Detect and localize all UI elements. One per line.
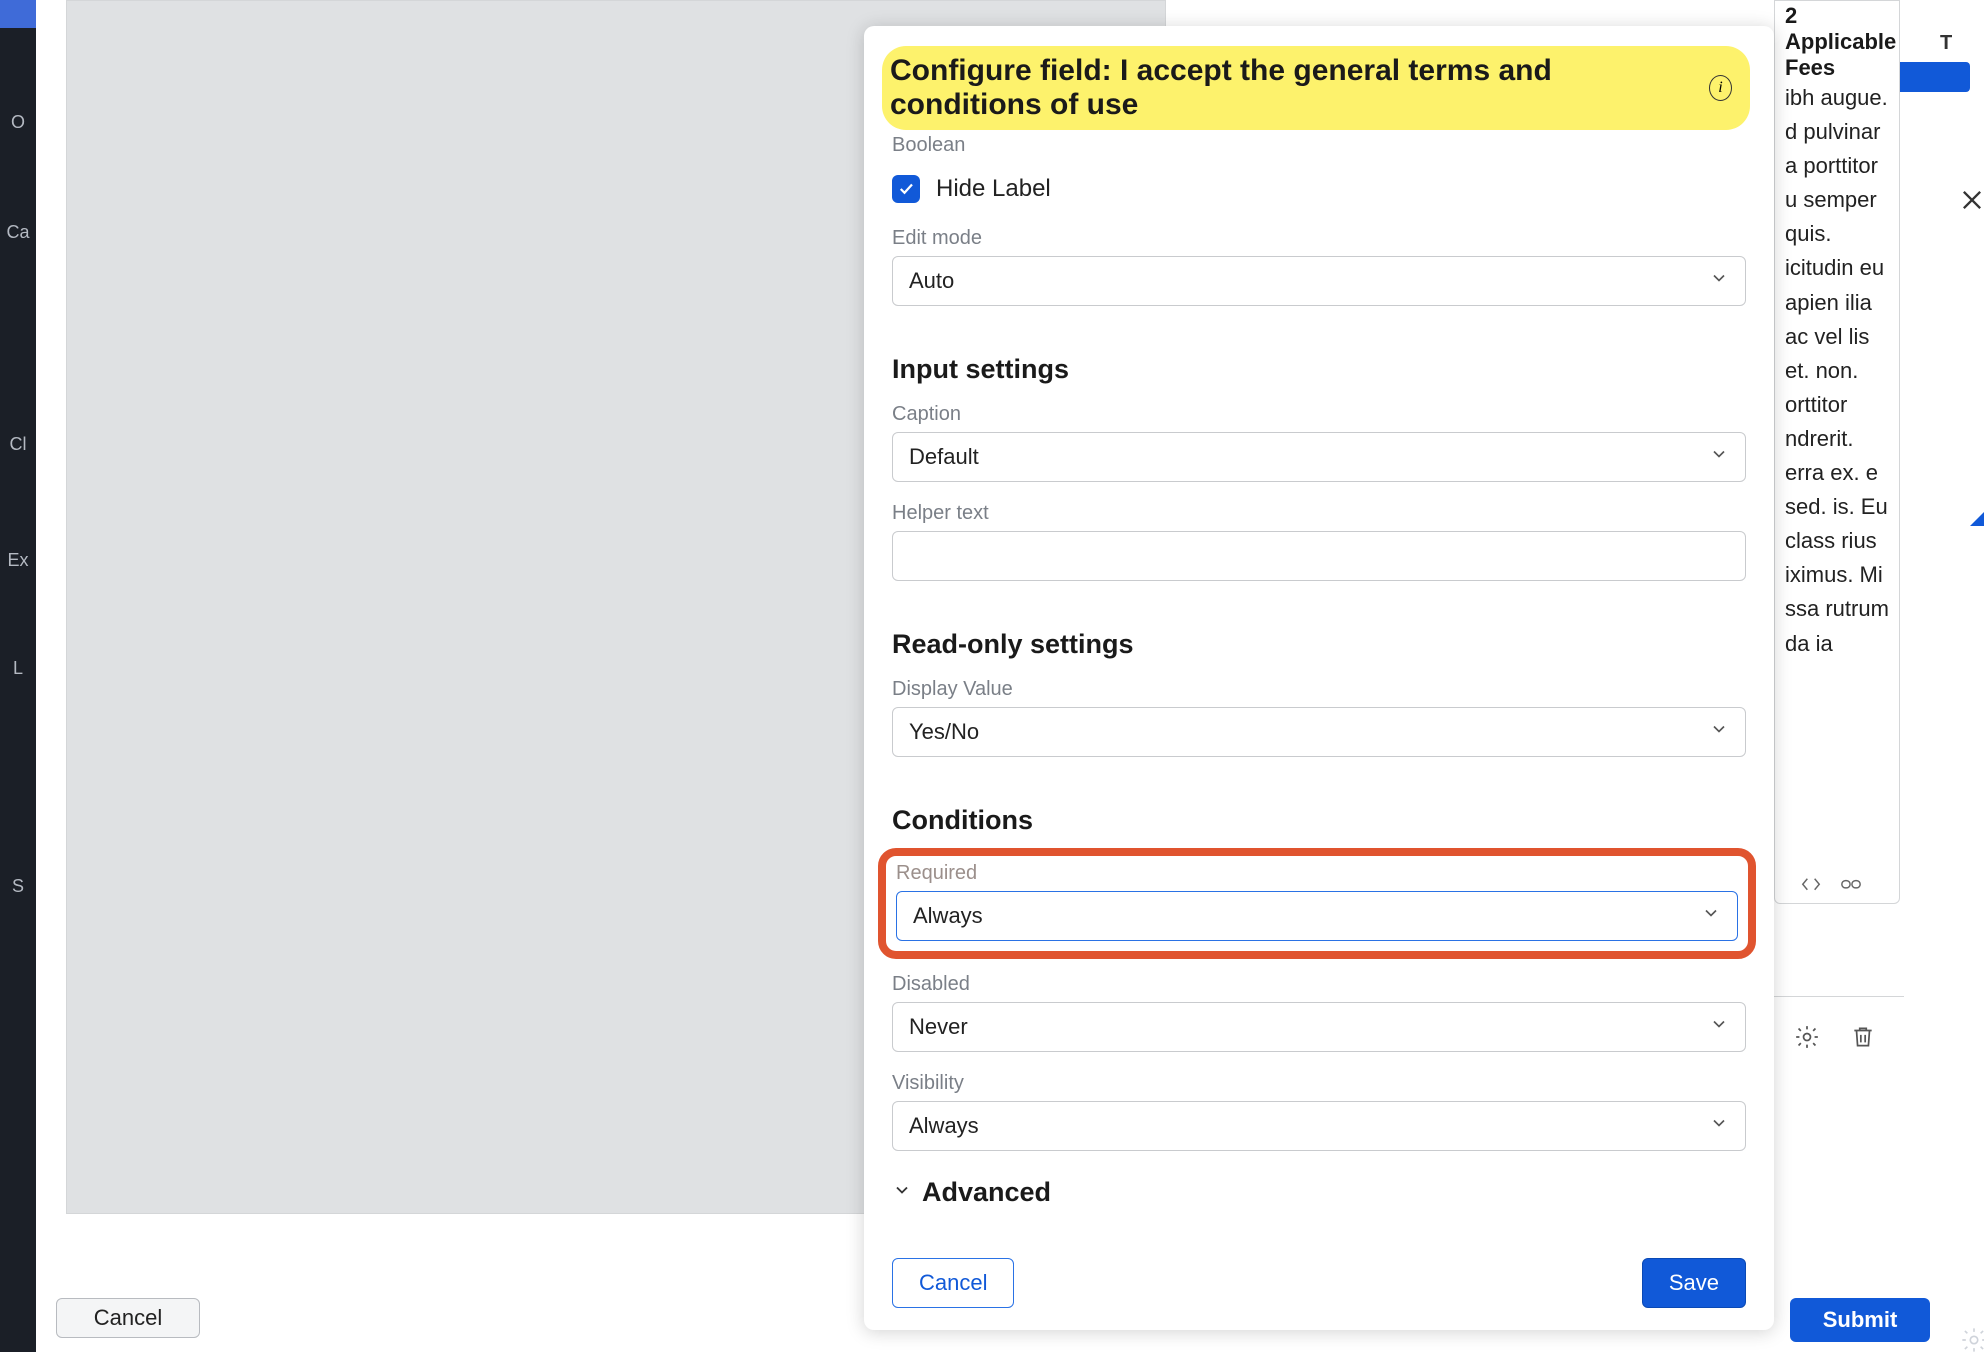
modal-footer: Cancel Save bbox=[892, 1236, 1746, 1308]
visibility-group: Visibility Always bbox=[892, 1072, 1746, 1151]
hide-label-text: Hide Label bbox=[936, 175, 1051, 203]
resize-corner-icon[interactable] bbox=[1970, 508, 1984, 526]
left-nav-rail: O Ca Cl Ex L S bbox=[0, 0, 36, 1352]
visibility-value: Always bbox=[909, 1113, 979, 1139]
gear-icon[interactable] bbox=[1794, 1024, 1820, 1055]
chevron-down-icon bbox=[1709, 1014, 1729, 1040]
advanced-toggle[interactable]: Advanced bbox=[892, 1177, 1746, 1208]
code-icon[interactable] bbox=[1800, 876, 1822, 894]
field-actions bbox=[1794, 1024, 1876, 1055]
info-icon[interactable]: i bbox=[1709, 75, 1732, 101]
display-value-value: Yes/No bbox=[909, 719, 979, 745]
modal-title: Configure field: I accept the general te… bbox=[890, 54, 1695, 122]
rail-item-0[interactable]: O bbox=[6, 112, 30, 133]
top-right-badge: T bbox=[1940, 32, 1952, 55]
disabled-label: Disabled bbox=[892, 973, 1746, 996]
helper-text-label: Helper text bbox=[892, 502, 1746, 525]
background-document-card: 2 Applicable Fees ibh augue. d pulvinar … bbox=[1774, 0, 1900, 904]
edit-mode-value: Auto bbox=[909, 268, 954, 294]
link-icon[interactable] bbox=[1840, 876, 1862, 894]
disabled-group: Disabled Never bbox=[892, 973, 1746, 1052]
required-select[interactable]: Always bbox=[896, 891, 1738, 941]
caption-group: Caption Default bbox=[892, 403, 1746, 482]
gear-icon[interactable] bbox=[1960, 1326, 1984, 1352]
configure-field-modal: Configure field: I accept the general te… bbox=[864, 26, 1774, 1330]
edit-mode-label: Edit mode bbox=[892, 227, 1746, 250]
rail-item-4[interactable]: L bbox=[6, 658, 30, 679]
background-card-heading: 2 Applicable Fees bbox=[1785, 1, 1889, 81]
background-card-text: ibh augue. d pulvinar a porttitor u semp… bbox=[1785, 81, 1889, 661]
advanced-label: Advanced bbox=[922, 1177, 1051, 1208]
visibility-select[interactable]: Always bbox=[892, 1101, 1746, 1151]
caption-select[interactable]: Default bbox=[892, 432, 1746, 482]
disabled-select[interactable]: Never bbox=[892, 1002, 1746, 1052]
display-value-select[interactable]: Yes/No bbox=[892, 707, 1746, 757]
chevron-down-icon bbox=[892, 1180, 912, 1205]
close-icon[interactable] bbox=[1958, 186, 1984, 219]
display-value-label: Display Value bbox=[892, 678, 1746, 701]
save-button[interactable]: Save bbox=[1642, 1258, 1746, 1308]
helper-text-group: Helper text bbox=[892, 502, 1746, 581]
readonly-settings-heading: Read-only settings bbox=[892, 629, 1746, 660]
divider bbox=[1774, 996, 1904, 997]
rail-item-3[interactable]: Ex bbox=[6, 550, 30, 571]
edit-mode-group: Edit mode Auto bbox=[892, 227, 1746, 306]
rail-item-1[interactable]: Ca bbox=[6, 222, 30, 243]
hide-label-checkbox[interactable] bbox=[892, 175, 920, 203]
chevron-down-icon bbox=[1709, 268, 1729, 294]
rail-item-5[interactable]: S bbox=[6, 876, 30, 897]
app-logo bbox=[0, 0, 36, 28]
display-value-group: Display Value Yes/No bbox=[892, 678, 1746, 757]
chevron-down-icon bbox=[1709, 719, 1729, 745]
rail-item-2[interactable]: Cl bbox=[6, 434, 30, 455]
conditions-heading: Conditions bbox=[892, 805, 1746, 836]
input-settings-heading: Input settings bbox=[892, 354, 1746, 385]
disabled-value: Never bbox=[909, 1014, 968, 1040]
modal-header: Configure field: I accept the general te… bbox=[882, 46, 1750, 130]
page-cancel-button[interactable]: Cancel bbox=[56, 1298, 200, 1338]
submit-button[interactable]: Submit bbox=[1790, 1298, 1930, 1342]
edit-mode-select[interactable]: Auto bbox=[892, 256, 1746, 306]
required-label: Required bbox=[896, 862, 1738, 885]
trash-icon[interactable] bbox=[1850, 1024, 1876, 1055]
chevron-down-icon bbox=[1701, 903, 1721, 929]
visibility-label: Visibility bbox=[892, 1072, 1746, 1095]
editor-toolbar bbox=[1800, 876, 1862, 894]
cancel-button[interactable]: Cancel bbox=[892, 1258, 1014, 1308]
required-value: Always bbox=[913, 903, 983, 929]
caption-label: Caption bbox=[892, 403, 1746, 426]
caption-value: Default bbox=[909, 444, 979, 470]
chevron-down-icon bbox=[1709, 1113, 1729, 1139]
helper-text-input[interactable] bbox=[892, 531, 1746, 581]
required-highlight: Required Always bbox=[878, 848, 1756, 959]
hide-label-row[interactable]: Hide Label bbox=[892, 175, 1746, 203]
field-type-label: Boolean bbox=[892, 134, 1746, 157]
chevron-down-icon bbox=[1709, 444, 1729, 470]
